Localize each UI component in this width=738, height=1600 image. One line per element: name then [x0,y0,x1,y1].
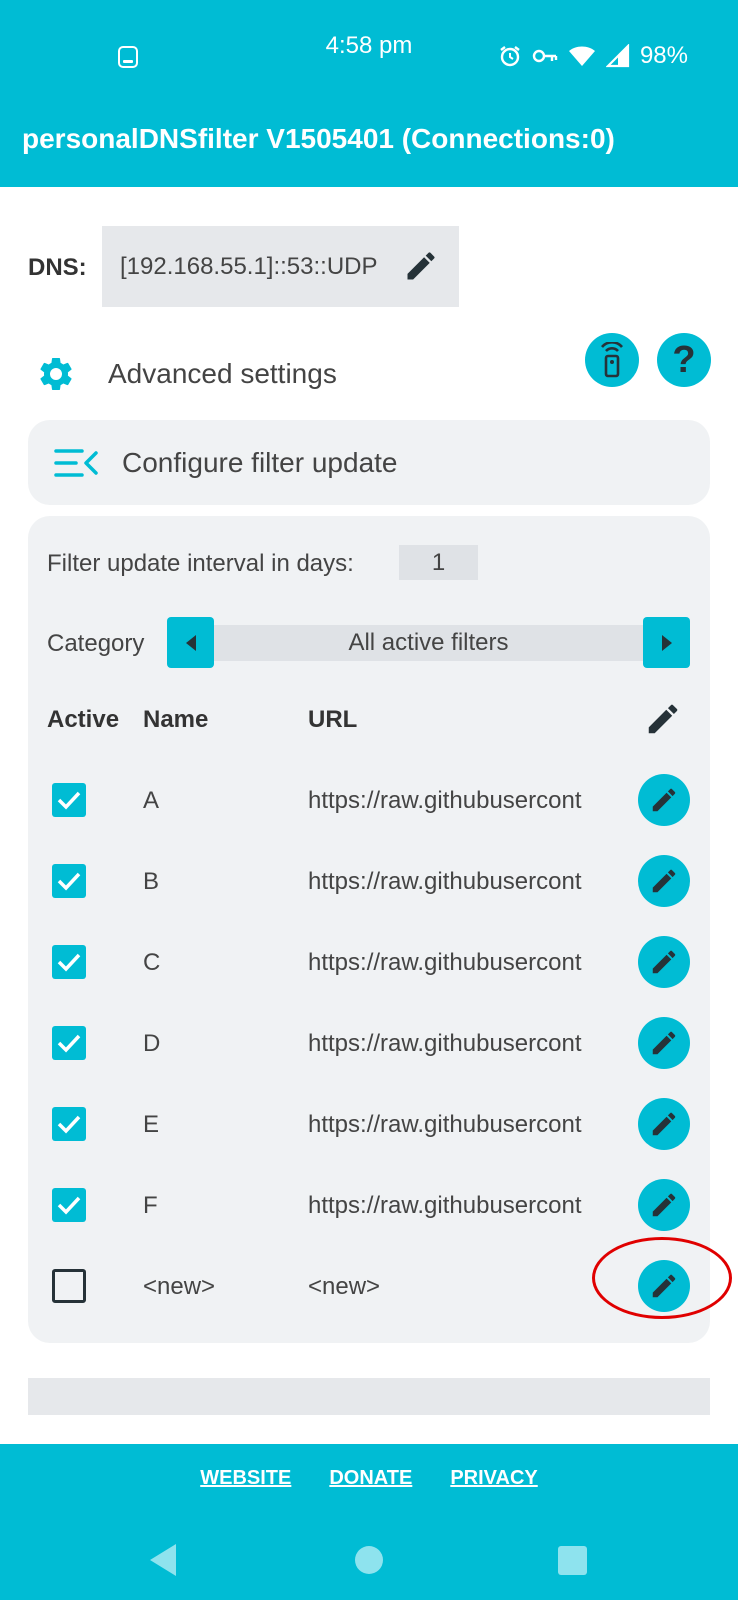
pencil-icon[interactable] [403,248,439,284]
help-icon: ? [672,339,696,381]
category-value: All active filters [214,625,643,661]
filter-row: E https://raw.githubusercont [28,1088,710,1169]
pencil-icon [652,1193,676,1217]
active-checkbox[interactable] [52,1269,86,1303]
dns-label: DNS: [28,254,87,281]
privacy-link[interactable]: PRIVACY [450,1467,537,1490]
gear-icon [40,357,72,390]
active-checkbox[interactable] [52,783,86,817]
help-button[interactable]: ? [657,333,711,387]
highlight-annotation [592,1237,732,1319]
column-url: URL [308,706,358,733]
filter-row: F https://raw.githubusercont [28,1169,710,1250]
filter-url: <new> [308,1273,381,1300]
filter-url: https://raw.githubusercont [308,868,582,895]
filter-row: D https://raw.githubusercont [28,1007,710,1088]
pencil-icon[interactable] [644,700,682,738]
edit-filter-button[interactable] [638,855,690,907]
filter-name: D [143,1030,161,1057]
interval-input[interactable]: 1 [399,545,478,580]
edit-filter-button[interactable] [638,1179,690,1231]
check-icon [57,1034,81,1053]
filter-url: https://raw.githubusercont [308,949,582,976]
edit-filter-button[interactable] [638,1098,690,1150]
bottom-bar: WEBSITE DONATE PRIVACY [0,1444,738,1600]
top-app-bar: 4:58 pm 98% personalDNSfilter V1505401 (… [0,0,738,187]
donate-link[interactable]: DONATE [329,1467,412,1490]
active-checkbox[interactable] [52,1026,86,1060]
category-label: Category [47,630,145,657]
edit-filter-button[interactable] [638,774,690,826]
filter-name: C [143,949,161,976]
alarm-icon [500,46,520,67]
website-link[interactable]: WEBSITE [200,1467,291,1490]
edit-filter-button[interactable] [638,1017,690,1069]
filter-url: https://raw.githubusercont [308,1192,582,1219]
interval-label: Filter update interval in days: [47,550,354,577]
edit-filter-button[interactable] [638,936,690,988]
filter-name: B [143,868,160,895]
advanced-settings-label: Advanced settings [108,358,337,389]
chevron-right-icon [661,634,672,651]
filter-row: C https://raw.githubusercont [28,926,710,1007]
filter-name: A [143,787,160,814]
check-icon [57,791,81,810]
filter-name: <new> [143,1273,216,1300]
pencil-icon [652,950,676,974]
filter-name: E [143,1111,160,1138]
check-icon [57,1115,81,1134]
back-icon[interactable] [150,1544,176,1576]
column-name: Name [143,706,209,733]
column-active: Active [47,706,120,733]
active-checkbox[interactable] [52,945,86,979]
check-icon [57,953,81,972]
filter-row: B https://raw.githubusercont [28,845,710,926]
category-prev-button[interactable] [167,617,214,668]
check-icon [57,872,81,891]
filter-row: A https://raw.githubusercont [28,764,710,845]
active-checkbox[interactable] [52,1107,86,1141]
check-icon [57,1196,81,1215]
configure-filter-update[interactable]: Configure filter update [28,420,710,505]
signal-icon [605,44,630,68]
configure-filter-update-label: Configure filter update [122,446,398,478]
filter-url: https://raw.githubusercont [308,1030,582,1057]
battery-level: 98% [639,42,688,69]
filter-panel: Filter update interval in days: 1 Catego… [28,516,710,1343]
dns-field[interactable]: [192.168.55.1]::53::UDP [102,226,459,307]
filter-url: https://raw.githubusercont [308,1111,582,1138]
collapse-menu-icon [54,448,98,477]
filter-url: https://raw.githubusercont [308,787,582,814]
pencil-icon [652,1031,676,1055]
remote-control-button[interactable] [585,333,639,387]
advanced-settings[interactable]: Advanced settings [36,354,337,394]
home-icon[interactable] [355,1546,383,1574]
remote-icon [601,342,623,378]
active-checkbox[interactable] [52,864,86,898]
dns-value: [192.168.55.1]::53::UDP [120,252,378,280]
pencil-icon [652,869,676,893]
log-area [28,1378,710,1415]
category-next-button[interactable] [643,617,690,668]
pencil-icon [652,1112,676,1136]
status-icons: 98% [498,42,688,70]
chevron-left-icon [185,634,196,651]
wifi-icon [568,46,595,66]
pencil-icon [652,788,676,812]
app-title: personalDNSfilter V1505401 (Connections:… [22,123,615,154]
footer-links: WEBSITE DONATE PRIVACY [0,1467,738,1490]
active-checkbox[interactable] [52,1188,86,1222]
filter-name: F [143,1192,158,1219]
vpn-key-icon [532,49,558,63]
recents-icon[interactable] [558,1546,587,1575]
